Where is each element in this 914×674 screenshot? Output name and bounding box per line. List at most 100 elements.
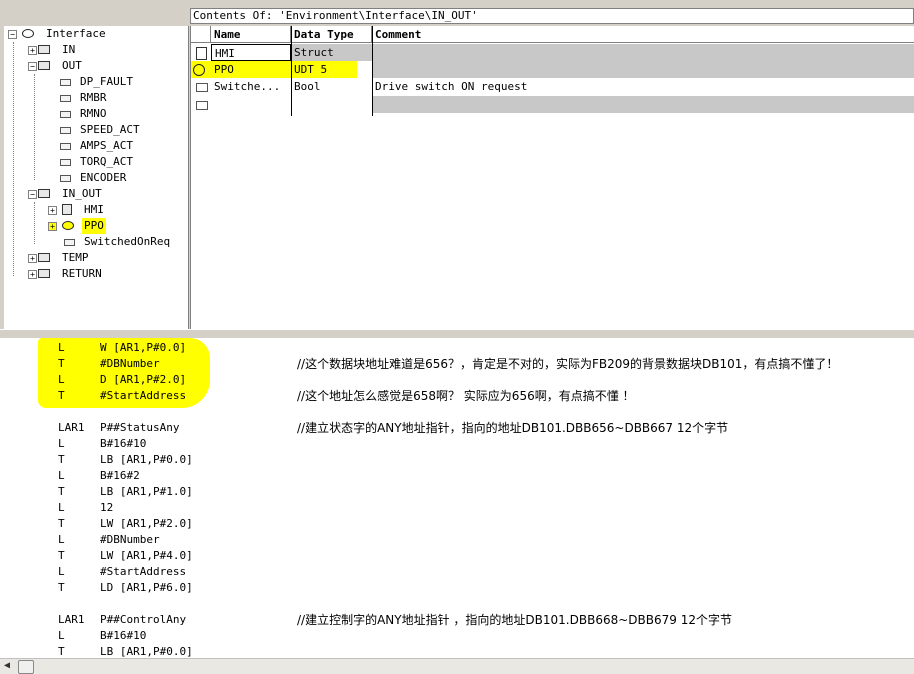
code-instruction: L	[58, 437, 65, 450]
code-line[interactable]: T LW [AR1,P#4.0]	[0, 548, 914, 564]
udt-icon	[62, 221, 74, 230]
code-line[interactable]: L 12	[0, 500, 914, 516]
struct-icon	[62, 204, 72, 215]
code-line[interactable]: L #DBNumber	[0, 532, 914, 548]
code-operand: #DBNumber	[100, 357, 160, 370]
code-instruction: T	[58, 453, 65, 466]
expand-toggle[interactable]: +	[28, 46, 37, 55]
code-line[interactable]: T LB [AR1,P#1.0]	[0, 484, 914, 500]
code-line[interactable]: L #StartAddress	[0, 564, 914, 580]
scrollbar-thumb[interactable]	[18, 660, 34, 674]
return-folder-icon	[38, 269, 50, 278]
variable-icon	[60, 111, 71, 118]
code-instruction: T	[58, 645, 65, 658]
code-instruction: L	[58, 341, 65, 354]
code-line[interactable]: T LD [AR1,P#6.0]	[0, 580, 914, 596]
scroll-left-arrow-icon[interactable]: ◀	[4, 660, 10, 671]
code-instruction: L	[58, 469, 65, 482]
contents-of-header: Contents Of: 'Environment\Interface\IN_O…	[190, 8, 914, 24]
struct-icon	[193, 44, 209, 61]
code-line[interactable]: L W [AR1,P#0.0]	[0, 340, 914, 356]
code-instruction: L	[58, 565, 65, 578]
in-out-folder-icon	[38, 189, 50, 198]
code-operand: LW [AR1,P#4.0]	[100, 549, 193, 562]
code-instruction: L	[58, 629, 65, 642]
variable-icon	[64, 239, 75, 246]
code-instruction: T	[58, 517, 65, 530]
code-line[interactable]	[0, 596, 914, 612]
interface-icon	[22, 29, 34, 38]
column-name-header[interactable]: Name	[211, 26, 291, 43]
interface-tree[interactable]: − Interface + IN − OUT DP_FAULT RMBR RMN…	[4, 26, 189, 330]
code-line[interactable]: T #DBNumber //这个数据块地址难道是656？，肯定是不对的，实际为FB2…	[0, 356, 914, 372]
code-line[interactable]: L B#16#2	[0, 468, 914, 484]
code-line[interactable]: LAR1 P##StatusAny //建立状态字的ANY地址指针，指向的地址DB1…	[0, 420, 914, 436]
udt-icon	[191, 61, 211, 78]
code-comment: //这个数据块地址难道是656？，肯定是不对的，实际为FB209的背景数据块DB…	[297, 357, 839, 371]
code-line[interactable]: LAR1 P##ControlAny //建立控制字的ANY地址指针 ，指向的地址D…	[0, 612, 914, 628]
code-instruction: T	[58, 581, 65, 594]
variable-icon	[60, 95, 71, 102]
expand-toggle[interactable]: +	[28, 254, 37, 263]
table-row[interactable]: PPO UDT 5	[191, 61, 914, 78]
table-row[interactable]: Switche... Bool Drive switch ON request	[191, 78, 914, 95]
code-operand: 12	[100, 501, 114, 514]
column-type-header[interactable]: Data Type	[291, 26, 372, 43]
collapse-toggle[interactable]: −	[28, 62, 37, 71]
out-folder-icon	[38, 61, 50, 70]
column-comment-header[interactable]: Comment	[372, 26, 914, 43]
collapse-toggle[interactable]: −	[8, 30, 17, 39]
code-operand: LB [AR1,P#1.0]	[100, 485, 193, 498]
expand-toggle[interactable]: +	[48, 222, 57, 231]
variable-icon	[193, 78, 209, 95]
table-header: Name Data Type Comment	[191, 26, 914, 43]
code-operand: D [AR1,P#2.0]	[100, 373, 187, 386]
code-operand: B#16#2	[100, 469, 140, 482]
collapse-toggle[interactable]: −	[28, 190, 37, 199]
stl-code-editor[interactable]: L W [AR1,P#0.0] T #DBNumber //这个数据块地址难道是656？…	[0, 338, 914, 658]
variable-icon	[60, 159, 71, 166]
code-instruction: L	[58, 501, 65, 514]
new-row[interactable]	[191, 96, 914, 113]
code-line[interactable]: L B#16#10	[0, 436, 914, 452]
code-operand: #StartAddress	[100, 389, 187, 402]
variable-icon	[60, 127, 71, 134]
code-instruction: L	[58, 533, 65, 546]
in-folder-icon	[38, 45, 50, 54]
code-operand: LB [AR1,P#0.0]	[100, 645, 193, 658]
horizontal-scrollbar[interactable]: ◀	[0, 658, 914, 674]
code-operand: #DBNumber	[100, 533, 160, 546]
expand-toggle[interactable]: +	[48, 206, 57, 215]
code-comment: //建立状态字的ANY地址指针，指向的地址DB101.DBB656~DBB667…	[297, 421, 729, 435]
declaration-table[interactable]: Name Data Type Comment HMI Struct PPO UD…	[190, 26, 914, 329]
code-comment: //这个地址怎么感觉是658啊？ 实际应为656啊，有点搞不懂 ！	[297, 389, 635, 403]
code-instruction: LAR1	[58, 421, 85, 434]
code-line[interactable]: T LW [AR1,P#2.0]	[0, 516, 914, 532]
code-operand: LB [AR1,P#0.0]	[100, 453, 193, 466]
variable-icon	[60, 175, 71, 182]
code-operand: W [AR1,P#0.0]	[100, 341, 187, 354]
table-row[interactable]: HMI Struct	[191, 44, 914, 61]
code-line[interactable]	[0, 404, 914, 420]
code-operand: P##ControlAny	[100, 613, 187, 626]
code-line[interactable]: T LB [AR1,P#0.0]	[0, 452, 914, 468]
temp-folder-icon	[38, 253, 50, 262]
code-instruction: T	[58, 485, 65, 498]
code-line[interactable]: L B#16#10	[0, 628, 914, 644]
code-line[interactable]: L D [AR1,P#2.0]	[0, 372, 914, 388]
code-instruction: LAR1	[58, 613, 85, 626]
code-instruction: L	[58, 373, 65, 386]
code-instruction: T	[58, 389, 65, 402]
code-line[interactable]: T LB [AR1,P#0.0]	[0, 644, 914, 658]
code-comment: //建立控制字的ANY地址指针 ，指向的地址DB101.DBB668~DBB67…	[297, 613, 732, 627]
code-operand: #StartAddress	[100, 565, 187, 578]
code-operand: LD [AR1,P#6.0]	[100, 581, 193, 594]
expand-toggle[interactable]: +	[28, 270, 37, 279]
code-operand: LW [AR1,P#2.0]	[100, 517, 193, 530]
code-operand: B#16#10	[100, 629, 147, 642]
new-entry-icon	[193, 96, 209, 113]
code-instruction: T	[58, 549, 65, 562]
code-line[interactable]: T #StartAddress //这个地址怎么感觉是658啊？ 实际应为656啊，…	[0, 388, 914, 404]
code-operand: P##StatusAny	[100, 421, 180, 434]
variable-icon	[60, 143, 71, 150]
